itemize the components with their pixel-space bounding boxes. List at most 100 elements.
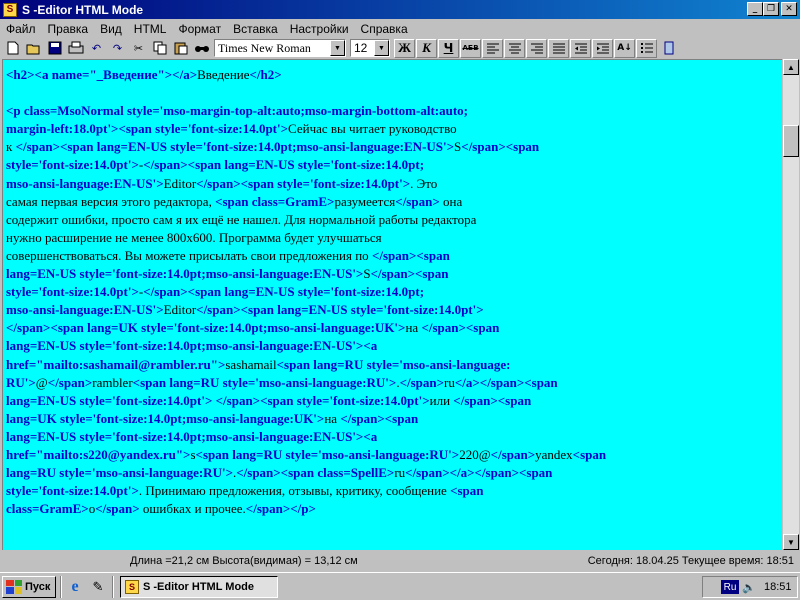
editor-content[interactable]: <h2><a name="_Введение"></a>Введение</h2… xyxy=(6,66,778,518)
scroll-up-icon[interactable]: ▲ xyxy=(783,59,799,75)
editor-line[interactable]: lang=EN-US style='font-size:14.0pt'> </s… xyxy=(6,392,778,410)
clock[interactable]: 18:51 xyxy=(764,581,792,593)
editor-line[interactable]: нужно расширение не менее 800х600. Прогр… xyxy=(6,229,778,247)
editor-line[interactable]: содержит ошибки, просто сам я их ещё не … xyxy=(6,211,778,229)
editor-line[interactable]: совершенствоваться. Вы можете присылать … xyxy=(6,247,778,265)
menu-file[interactable]: Файл xyxy=(0,22,42,36)
new-file-icon[interactable] xyxy=(2,39,23,58)
editor-line[interactable]: lang=EN-US style='font-size:14.0pt;mso-a… xyxy=(6,428,778,446)
taskbar-app-button[interactable]: S S -Editor HTML Mode xyxy=(120,575,278,598)
html-tag-text: </span><span style='font-size:14.0pt'> xyxy=(215,392,430,408)
editor-line[interactable]: </span><span lang=UK style='font-size:14… xyxy=(6,319,778,337)
taskbar-app-label: S -Editor HTML Mode xyxy=(143,580,255,593)
bold-button[interactable]: Ж xyxy=(394,38,415,58)
editor-line[interactable]: style='font-size:14.0pt'>-</span><span l… xyxy=(6,156,778,174)
editor-line[interactable]: самая первая версия этого редактора, <sp… xyxy=(6,193,778,211)
editor-line[interactable]: margin-left:18.0pt'><span style='font-si… xyxy=(6,120,778,138)
font-name-select[interactable]: Times New Roman ▼ xyxy=(214,39,346,57)
editor-line[interactable]: к </span><span lang=EN-US style='font-si… xyxy=(6,138,778,156)
close-button[interactable]: ✕ xyxy=(781,2,797,16)
html-editor[interactable]: <h2><a name="_Введение"></a>Введение</h2… xyxy=(2,59,782,550)
app-icon[interactable]: S xyxy=(3,2,17,17)
cut-icon[interactable]: ✂ xyxy=(128,39,149,58)
toolbar: ↶ ↷ ✂ Times New Roman ▼ 12 ▼ Ж К Ч АБВ A… xyxy=(0,38,800,58)
scroll-thumb[interactable] xyxy=(783,125,799,157)
editor-line[interactable]: <p class=MsoNormal style='mso-margin-top… xyxy=(6,102,778,120)
content-text: содержит ошибки, просто сам я их ещё не … xyxy=(6,211,477,227)
undo-icon[interactable]: ↶ xyxy=(86,39,107,58)
editor-line[interactable]: RU'>@</span>rambler<span lang=RU style='… xyxy=(6,374,778,392)
menu-view[interactable]: Вид xyxy=(94,22,128,36)
html-tag-text: </span><span xyxy=(461,139,540,155)
content-text: 220@ xyxy=(459,446,491,462)
html-tag-text: margin-left:18.0pt'><span style='font-si… xyxy=(6,121,289,137)
editor-line[interactable]: <h2><a name="_Введение"></a>Введение</h2… xyxy=(6,66,778,84)
taskbar: Пуск e ✎ S S -Editor HTML Mode Ru 🔈 18:5… xyxy=(0,572,800,600)
copy-icon[interactable] xyxy=(149,39,170,58)
internet-explorer-icon[interactable]: e xyxy=(65,577,85,597)
print-icon[interactable] xyxy=(65,39,86,58)
vertical-scrollbar[interactable]: ▲ ▼ xyxy=(782,59,799,550)
editor-line[interactable]: lang=RU style='mso-ansi-language:RU'>.</… xyxy=(6,464,778,482)
strikethrough-button[interactable]: АБВ xyxy=(460,38,481,58)
font-size-select[interactable]: 12 ▼ xyxy=(350,39,390,57)
save-icon[interactable] xyxy=(44,39,65,58)
open-folder-icon[interactable] xyxy=(23,39,44,58)
menu-format[interactable]: Формат xyxy=(172,22,227,36)
align-justify-icon[interactable] xyxy=(548,38,569,58)
content-text: S xyxy=(363,266,371,282)
title-bar[interactable]: S S -Editor HTML Mode _ ❐ ✕ xyxy=(0,0,800,19)
html-tag-text: mso-ansi-language:EN-US'> xyxy=(6,175,164,191)
find-icon[interactable] xyxy=(191,39,212,58)
sort-icon[interactable]: A↓ xyxy=(614,38,635,58)
align-center-icon[interactable] xyxy=(504,38,525,58)
html-tag-text: lang=EN-US style='font-size:14.0pt;mso-a… xyxy=(6,338,378,354)
language-indicator[interactable]: Ru xyxy=(721,580,739,594)
redo-icon[interactable]: ↷ xyxy=(107,39,128,58)
editor-line[interactable]: lang=EN-US style='font-size:14.0pt;mso-a… xyxy=(6,265,778,283)
menu-help[interactable]: Справка xyxy=(355,22,414,36)
indent-icon[interactable] xyxy=(592,38,613,58)
system-tray: Ru 🔈 18:51 xyxy=(702,576,798,598)
paste-icon[interactable] xyxy=(170,39,191,58)
editor-line[interactable]: class=GramE>о</span> ошибках и прочее.</… xyxy=(6,500,778,518)
align-left-icon[interactable] xyxy=(482,38,503,58)
menu-settings[interactable]: Настройки xyxy=(284,22,355,36)
editor-line[interactable]: style='font-size:14.0pt'>. Принимаю пред… xyxy=(6,482,778,500)
html-tag-text: <h2><a name="_Введение"></a> xyxy=(6,67,198,82)
editor-line[interactable]: href="mailto:sashamail@rambler.ru">sasha… xyxy=(6,356,778,374)
underline-button[interactable]: Ч xyxy=(438,38,459,58)
start-button[interactable]: Пуск xyxy=(2,575,56,598)
restore-button[interactable]: ❐ xyxy=(763,2,779,16)
editor-line[interactable]: mso-ansi-language:EN-US'>Editor</span><s… xyxy=(6,175,778,193)
html-tag-text: </span><span lang=UK style='font-size:14… xyxy=(6,320,406,336)
editor-line[interactable]: href="mailto:s220@yandex.ru">s<span lang… xyxy=(6,446,778,464)
menu-insert[interactable]: Вставка xyxy=(227,22,284,36)
menu-bar: Файл Правка Вид HTML Формат Вставка Наст… xyxy=(0,19,800,38)
editor-line[interactable]: lang=EN-US style='font-size:14.0pt;mso-a… xyxy=(6,337,778,355)
editor-line[interactable]: mso-ansi-language:EN-US'>Editor</span><s… xyxy=(6,301,778,319)
chevron-down-icon[interactable]: ▼ xyxy=(374,40,389,56)
html-tag-text: RU'> xyxy=(6,374,36,390)
menu-edit[interactable]: Правка xyxy=(42,22,95,36)
italic-button[interactable]: К xyxy=(416,38,437,58)
content-text: Введение xyxy=(197,67,250,82)
editor-line[interactable] xyxy=(6,84,778,102)
content-text: sashamail xyxy=(225,356,277,372)
scroll-down-icon[interactable]: ▼ xyxy=(783,534,799,550)
document-icon[interactable] xyxy=(658,39,679,58)
speaker-icon[interactable]: 🔈 xyxy=(742,580,756,594)
chevron-down-icon[interactable]: ▼ xyxy=(330,40,345,56)
minimize-button[interactable]: _ xyxy=(747,2,763,16)
content-text: @ xyxy=(35,374,48,390)
align-right-icon[interactable] xyxy=(526,38,547,58)
outdent-icon[interactable] xyxy=(570,38,591,58)
outlook-express-icon[interactable]: ✎ xyxy=(88,577,108,597)
content-text: Editor xyxy=(163,302,197,318)
editor-line[interactable]: style='font-size:14.0pt'>-</span><span l… xyxy=(6,283,778,301)
menu-html[interactable]: HTML xyxy=(128,22,173,36)
bullet-list-icon[interactable] xyxy=(636,38,657,58)
editor-line[interactable]: lang=UK style='font-size:14.0pt;mso-ansi… xyxy=(6,410,778,428)
html-tag-text: lang=EN-US style='font-size:14.0pt'> xyxy=(6,392,213,408)
content-text: разумеется xyxy=(334,193,396,209)
